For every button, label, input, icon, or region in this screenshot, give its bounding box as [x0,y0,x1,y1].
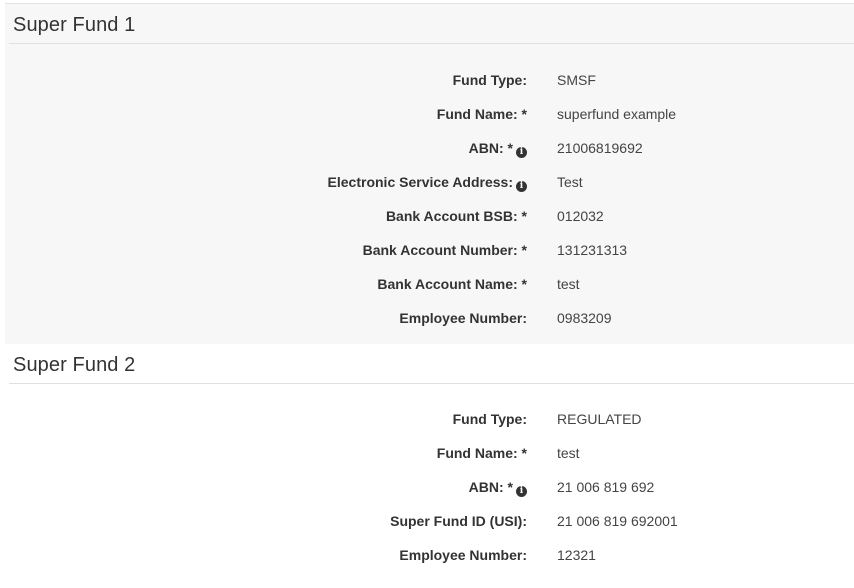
fund-name-label: Fund Name: * [436,445,527,461]
fund-title: Super Fund 1 [13,14,136,36]
bank-account-name-value: test [557,276,580,292]
bank-account-number-label: Bank Account Number: * [362,242,527,258]
fund-name-label: Fund Name: * [436,106,527,122]
employee-number-label: Employee Number: [399,547,527,563]
electronic-service-address-value: Test [557,174,583,190]
abn-value: 21 006 819 692 [557,479,655,495]
bank-account-name-row: Bank Account Name: * test [5,274,854,294]
fund-type-value: SMSF [557,72,596,88]
bank-account-number-row: Bank Account Number: * 131231313 [5,240,854,260]
fund-divider [9,43,854,44]
electronic-service-address-row: Electronic Service Address: i Test [5,172,854,192]
bank-account-bsb-label: Bank Account BSB: * [385,208,527,224]
fund-type-label: Fund Type: [452,411,527,427]
fund-title: Super Fund 2 [13,354,136,376]
bank-account-bsb-row: Bank Account BSB: * 012032 [5,206,854,226]
fund-name-value: superfund example [557,106,677,122]
employee-number-row: Employee Number: 0983209 [5,308,854,328]
abn-label: ABN: * i [469,477,527,497]
fund-name-value: test [557,445,580,461]
bank-account-name-label: Bank Account Name: * [377,276,527,292]
super-fund-id-row: Super Fund ID (USI): 21 006 819 692001 [5,511,854,531]
info-icon[interactable]: i [516,147,527,158]
electronic-service-address-label: Electronic Service Address: i [328,172,527,192]
abn-value: 21006819692 [557,140,643,156]
fund-divider [9,383,854,384]
fund-name-row: Fund Name: * superfund example [5,104,854,124]
super-fund-id-value: 21 006 819 692001 [557,513,678,529]
bank-account-number-value: 131231313 [557,242,628,258]
fund-type-row: Fund Type: SMSF [5,70,854,90]
employee-number-label: Employee Number: [399,310,527,326]
employee-number-row: Employee Number: 12321 [5,545,854,565]
super-fund-id-label: Super Fund ID (USI): [390,513,527,529]
employee-number-value: 12321 [557,547,596,563]
abn-row: ABN: * i 21 006 819 692 [5,477,854,497]
bank-account-bsb-value: 012032 [557,208,604,224]
info-icon[interactable]: i [516,181,527,192]
employee-number-value: 0983209 [557,310,612,326]
fund-name-row: Fund Name: * test [5,443,854,463]
fund-type-value: REGULATED [557,411,642,427]
super-fund-2-panel: Super Fund 2 Fund Type: REGULATED Fund N… [5,344,854,588]
fund-type-row: Fund Type: REGULATED [5,409,854,429]
abn-row: ABN: * i 21006819692 [5,138,854,158]
fund-type-label: Fund Type: [452,72,527,88]
abn-label: ABN: * i [469,138,527,158]
info-icon[interactable]: i [516,486,527,497]
super-fund-1-panel: Super Fund 1 Fund Type: SMSF Fund Name: … [5,3,854,345]
